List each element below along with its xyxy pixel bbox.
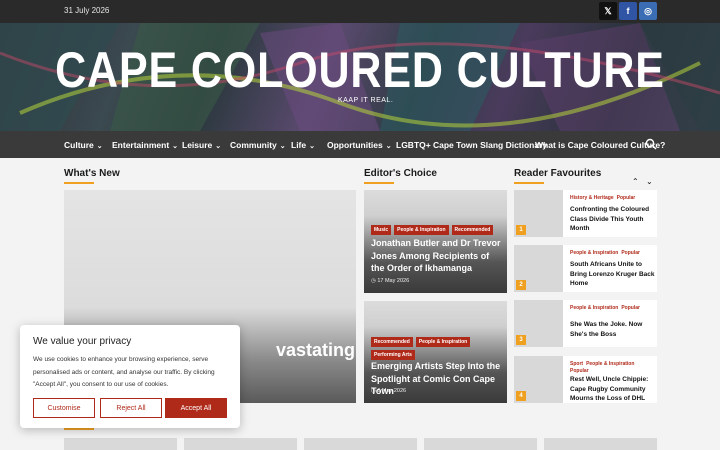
article-date: ◷ 6 May 2026 (371, 388, 407, 394)
article-title[interactable]: Rest Well, Uncle Chippie: Cape Rugby Com… (570, 375, 656, 404)
site-banner[interactable]: CAPE COLOURED CULTURE KAAP IT REAL. (0, 23, 720, 131)
rank-badge: 3 (516, 335, 526, 345)
tag-list: History & Heritage Popular (570, 195, 636, 201)
hero-title[interactable]: vastating (276, 340, 355, 361)
cookie-consent-dialog: We value your privacy We use cookies to … (20, 325, 240, 428)
article-thumbnail[interactable]: 2 (514, 245, 563, 292)
nav-item-opportunities[interactable]: Opportunities ⌄ (327, 140, 392, 150)
nav-item-slang-dictionary[interactable]: Cape Town Slang Dictionary (433, 140, 547, 150)
nav-item-community[interactable]: Community ⌄ (230, 140, 286, 150)
reject-all-button[interactable]: Reject All (100, 398, 162, 418)
article-card[interactable] (544, 438, 657, 450)
section-underline (64, 428, 94, 430)
main-nav: Culture ⌄ Entertainment ⌄ Leisure ⌄ Communi… (0, 131, 720, 158)
customise-button[interactable]: Customise (33, 398, 95, 418)
editors-choice-card[interactable]: Recommended People & Inspiration Perform… (364, 301, 507, 403)
article-card[interactable] (64, 438, 177, 450)
category-tag[interactable]: People & Inspiration (394, 225, 449, 235)
nav-item-entertainment[interactable]: Entertainment ⌄ (112, 140, 178, 150)
nav-item-life[interactable]: Life ⌄ (291, 140, 315, 150)
site-title[interactable]: CAPE COLOURED CULTURE (50, 41, 669, 99)
rank-badge: 1 (516, 225, 526, 235)
article-date: ◷ 17 May 2026 (371, 278, 410, 284)
section-underline (64, 182, 94, 184)
tag-list: Sport People & Inspiration Popular (570, 361, 635, 374)
instagram-icon[interactable]: ◎ (639, 2, 657, 20)
x-icon[interactable]: 𝕏 (599, 2, 617, 20)
nav-item-lgbtq[interactable]: LGBTQ+ (396, 140, 431, 150)
chevron-down-icon[interactable]: ⌄ (646, 177, 653, 186)
tag-list: People & Inspiration Popular (570, 250, 640, 256)
accept-all-button[interactable]: Accept All (165, 398, 227, 418)
top-bar: 31 July 2026 𝕏 f ◎ (0, 0, 720, 23)
category-tag[interactable]: Performing Arts (371, 350, 415, 360)
nav-item-culture[interactable]: Culture ⌄ (64, 140, 103, 150)
category-tag[interactable]: People & Inspiration (415, 337, 471, 347)
site-tagline: KAAP IT REAL. (338, 97, 394, 104)
tag-list: People & Inspiration Popular (570, 305, 640, 311)
category-tag[interactable]: Music (371, 225, 392, 235)
current-date: 31 July 2026 (64, 6, 110, 15)
rank-badge: 4 (516, 391, 526, 401)
chevron-down-icon: ⌄ (385, 143, 392, 150)
article-card[interactable] (304, 438, 417, 450)
facebook-icon[interactable]: f (619, 2, 637, 20)
editors-choice-card[interactable]: Music People & Inspiration Recommended J… (364, 190, 507, 293)
chevron-down-icon: ⌄ (172, 143, 179, 150)
article-thumbnail[interactable]: 3 (514, 300, 563, 347)
section-title-editors-choice: Editor's Choice (364, 168, 437, 179)
cookie-title: We value your privacy (33, 336, 132, 347)
article-title[interactable]: South Africans Unite to Bring Lorenzo Kr… (570, 260, 656, 289)
favourite-item[interactable]: 3 People & Inspiration Popular She Was th… (514, 300, 657, 347)
nav-item-leisure[interactable]: Leisure ⌄ (182, 140, 221, 150)
search-icon[interactable] (645, 138, 657, 150)
chevron-down-icon: ⌄ (279, 143, 286, 150)
article-thumbnail[interactable]: 1 (514, 190, 563, 237)
chevron-down-icon: ⌄ (309, 143, 315, 150)
chevron-down-icon: ⌄ (96, 143, 103, 150)
article-title[interactable]: Confronting the Coloured Class Divide Th… (570, 205, 656, 234)
rank-badge: 2 (516, 280, 526, 290)
article-title[interactable]: She Was the Joke. Now She's the Boss (570, 320, 656, 339)
favourite-item[interactable]: 1 History & Heritage Popular Confronting … (514, 190, 657, 237)
section-title-reader-favourites: Reader Favourites (514, 168, 602, 179)
tag-list: Recommended People & Inspiration Perform… (371, 337, 501, 360)
favourite-item[interactable]: 2 People & Inspiration Popular South Afri… (514, 245, 657, 292)
section-underline (364, 182, 394, 184)
section-title-whats-new: What's New (64, 168, 120, 179)
chevron-down-icon: ⌄ (215, 143, 222, 150)
category-tag[interactable]: Recommended (451, 225, 494, 235)
article-thumbnail[interactable]: 4 (514, 356, 563, 403)
cookie-message: We use cookies to enhance your browsing … (33, 356, 215, 388)
chevron-up-icon[interactable]: ⌃ (632, 177, 639, 186)
favourite-item[interactable]: 4 Sport People & Inspiration Popular Rest … (514, 356, 657, 403)
category-tag[interactable]: Recommended (371, 337, 413, 347)
article-card[interactable] (424, 438, 537, 450)
section-underline (514, 182, 544, 184)
tag-list: Music People & Inspiration Recommended (371, 225, 501, 235)
article-title[interactable]: Jonathan Butler and Dr Trevor Jones Amon… (371, 237, 503, 275)
article-card[interactable] (184, 438, 297, 450)
